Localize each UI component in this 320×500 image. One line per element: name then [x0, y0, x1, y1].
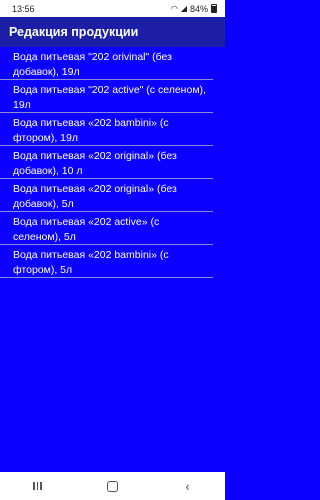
page-title: Редакция продукции	[9, 25, 139, 39]
product-item[interactable]: Вода питьевая «202 original» (без добаво…	[0, 146, 213, 179]
product-item[interactable]: Вода питьевая «202 original» (без добаво…	[0, 179, 213, 212]
product-item[interactable]: Вода питьевая "202 active" (с селеном), …	[0, 80, 213, 113]
recents-button[interactable]	[18, 472, 58, 500]
battery-icon	[211, 4, 217, 13]
recents-icon	[33, 482, 42, 490]
product-item[interactable]: Вода питьевая «202 active» (с селеном), …	[0, 212, 213, 245]
home-icon	[107, 480, 118, 492]
battery-percent: 84%	[189, 3, 208, 14]
status-time: 13:56	[12, 3, 35, 14]
product-list: Вода питьевая "202 orivinal" (без добаво…	[0, 47, 225, 278]
home-button[interactable]	[93, 472, 133, 500]
status-bar: 13:56 ◠ ◢ 84%	[0, 0, 225, 17]
signal-icon: ◢	[180, 3, 187, 13]
product-item[interactable]: Вода питьевая «202 bambini» (с фтором), …	[0, 245, 213, 278]
back-icon: ‹	[185, 478, 190, 494]
product-item[interactable]: Вода питьевая "202 orivinal" (без добаво…	[0, 47, 213, 80]
status-icons: ◠ ◢ 84%	[171, 4, 217, 14]
wifi-icon: ◠	[170, 3, 178, 13]
back-button[interactable]: ‹	[168, 472, 208, 500]
product-item[interactable]: Вода питьевая «202 bambini» (с фтором), …	[0, 113, 213, 146]
system-nav-bar: ‹	[0, 472, 225, 500]
app-bar: Редакция продукции	[0, 17, 225, 47]
